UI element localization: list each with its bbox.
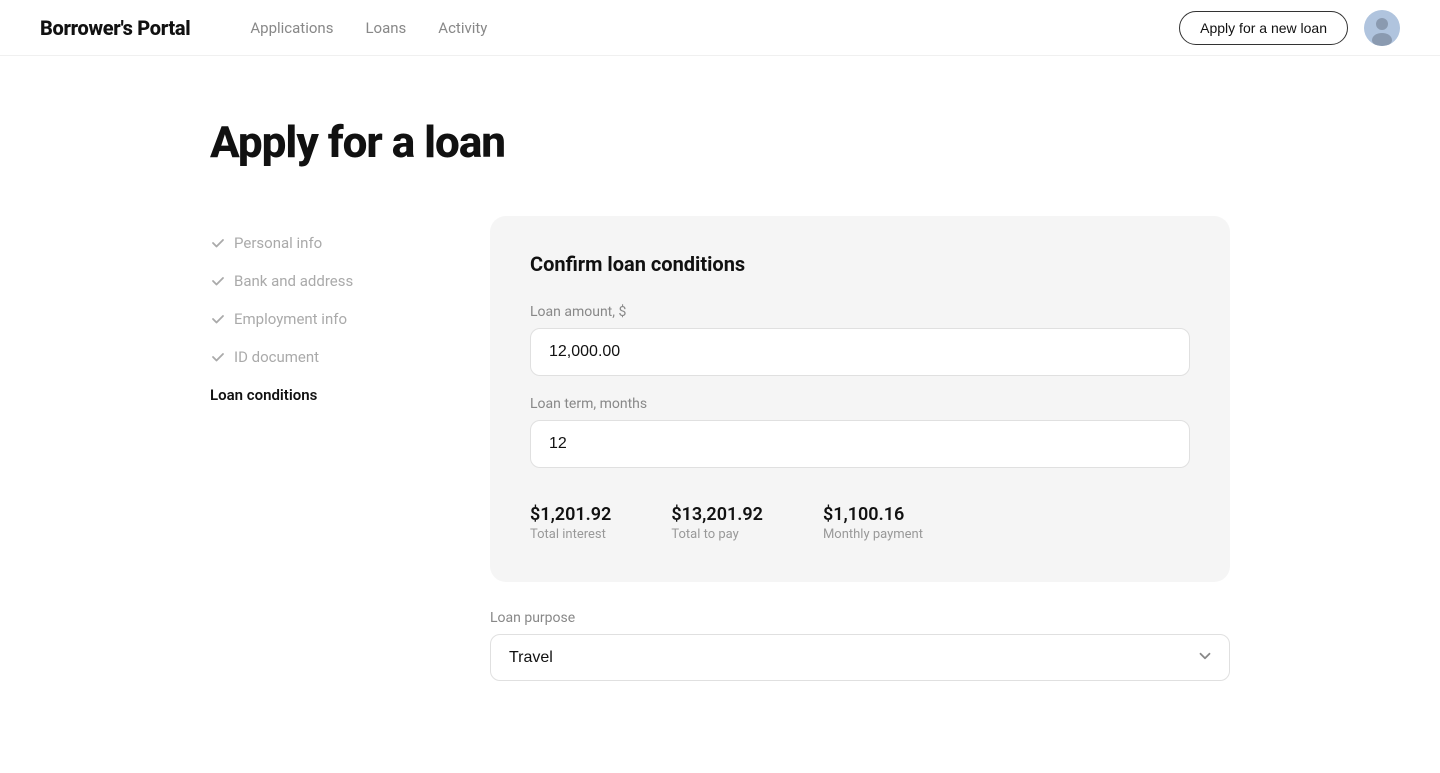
sidebar: Personal info Bank and address Employmen… <box>210 216 430 701</box>
sidebar-item-employment-info[interactable]: Employment info <box>210 300 430 338</box>
loan-purpose-section: Loan purpose Travel Home improvement Med… <box>490 610 1230 701</box>
page-title: Apply for a loan <box>210 116 1230 168</box>
apply-new-loan-button[interactable]: Apply for a new loan <box>1179 11 1348 45</box>
stat-monthly-payment: $1,100.16 Monthly payment <box>823 504 923 542</box>
check-icon-employment <box>210 311 226 327</box>
sidebar-item-bank-address[interactable]: Bank and address <box>210 262 430 300</box>
header: Borrower's Portal Applications Loans Act… <box>0 0 1440 56</box>
nav-loans[interactable]: Loans <box>365 19 406 37</box>
stat-monthly-payment-value: $1,100.16 <box>823 504 923 525</box>
loan-purpose-label: Loan purpose <box>490 610 1230 626</box>
stat-total-to-pay-label: Total to pay <box>671 527 763 542</box>
sidebar-label-id-document: ID document <box>234 348 319 366</box>
stat-total-to-pay: $13,201.92 Total to pay <box>671 504 763 542</box>
main-nav: Applications Loans Activity <box>250 19 487 37</box>
sidebar-item-id-document[interactable]: ID document <box>210 338 430 376</box>
nav-applications[interactable]: Applications <box>250 19 333 37</box>
sidebar-label-employment-info: Employment info <box>234 310 347 328</box>
sidebar-label-personal-info: Personal info <box>234 234 322 252</box>
loan-amount-input[interactable] <box>530 328 1190 376</box>
check-icon-personal <box>210 235 226 251</box>
content-layout: Personal info Bank and address Employmen… <box>210 216 1230 701</box>
sidebar-item-personal-info[interactable]: Personal info <box>210 224 430 262</box>
nav-activity[interactable]: Activity <box>438 19 487 37</box>
avatar[interactable] <box>1364 10 1400 46</box>
sidebar-label-bank-address: Bank and address <box>234 272 353 290</box>
loan-amount-label: Loan amount, $ <box>530 304 1190 320</box>
stat-total-interest: $1,201.92 Total interest <box>530 504 611 542</box>
confirm-loan-card: Confirm loan conditions Loan amount, $ L… <box>490 216 1230 582</box>
header-right: Apply for a new loan <box>1179 10 1400 46</box>
stats-row: $1,201.92 Total interest $13,201.92 Tota… <box>530 504 1190 542</box>
sidebar-label-loan-conditions: Loan conditions <box>210 386 317 404</box>
logo: Borrower's Portal <box>40 16 190 40</box>
main-content: Apply for a loan Personal info Bank and <box>170 56 1270 741</box>
stat-total-interest-value: $1,201.92 <box>530 504 611 525</box>
stat-total-interest-label: Total interest <box>530 527 611 542</box>
loan-term-label: Loan term, months <box>530 396 1190 412</box>
card-title: Confirm loan conditions <box>530 252 1190 276</box>
stat-total-to-pay-value: $13,201.92 <box>671 504 763 525</box>
form-area: Confirm loan conditions Loan amount, $ L… <box>490 216 1230 701</box>
loan-purpose-select-wrapper: Travel Home improvement Medical Educatio… <box>490 634 1230 681</box>
loan-term-input[interactable] <box>530 420 1190 468</box>
loan-purpose-select[interactable]: Travel Home improvement Medical Educatio… <box>490 634 1230 681</box>
check-icon-id <box>210 349 226 365</box>
check-icon-bank <box>210 273 226 289</box>
stat-monthly-payment-label: Monthly payment <box>823 527 923 542</box>
sidebar-item-loan-conditions[interactable]: Loan conditions <box>210 376 430 414</box>
